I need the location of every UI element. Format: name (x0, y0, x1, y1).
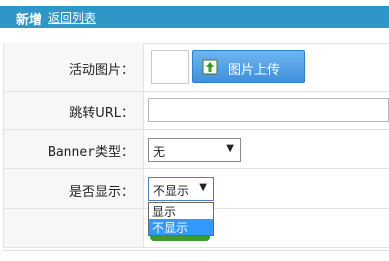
label-cell: 是否显示： (4, 169, 144, 208)
banner-type-select[interactable]: 无 ▼ (148, 138, 241, 162)
back-to-list-link[interactable]: 返回列表 (48, 9, 96, 26)
display-dropdown-list: 显示 不显示 (148, 202, 214, 236)
url-label: 跳转URL： (69, 106, 134, 121)
page-header: 新增 返回列表 (0, 6, 389, 28)
display-value: 不显示 (153, 184, 190, 198)
upload-image-button[interactable]: 图片上传 (192, 50, 305, 83)
label-cell: Banner类型： (4, 130, 144, 168)
display-label: 是否显示： (68, 185, 134, 200)
label-cell: 活动图片： (4, 43, 144, 91)
upload-button-label: 图片上传 (228, 63, 281, 78)
display-select[interactable]: 不显示 ▼ (148, 177, 214, 201)
option-hide[interactable]: 不显示 (149, 219, 213, 235)
upload-icon (202, 59, 218, 75)
submit-button-edge[interactable] (150, 236, 210, 241)
divider (3, 250, 389, 251)
banner-type-value: 无 (153, 145, 166, 159)
dropdown-arrow-icon: ▼ (199, 182, 207, 193)
option-show[interactable]: 显示 (149, 203, 213, 219)
type-label: Banner类型： (48, 145, 134, 160)
image-preview-box[interactable] (151, 50, 189, 84)
dropdown-arrow-icon: ▼ (226, 143, 234, 154)
image-label: 活动图片： (68, 63, 134, 78)
label-cell (4, 209, 144, 247)
page-title: 新增 (16, 13, 43, 28)
label-cell: 跳转URL： (4, 92, 144, 129)
url-input[interactable] (148, 98, 389, 122)
